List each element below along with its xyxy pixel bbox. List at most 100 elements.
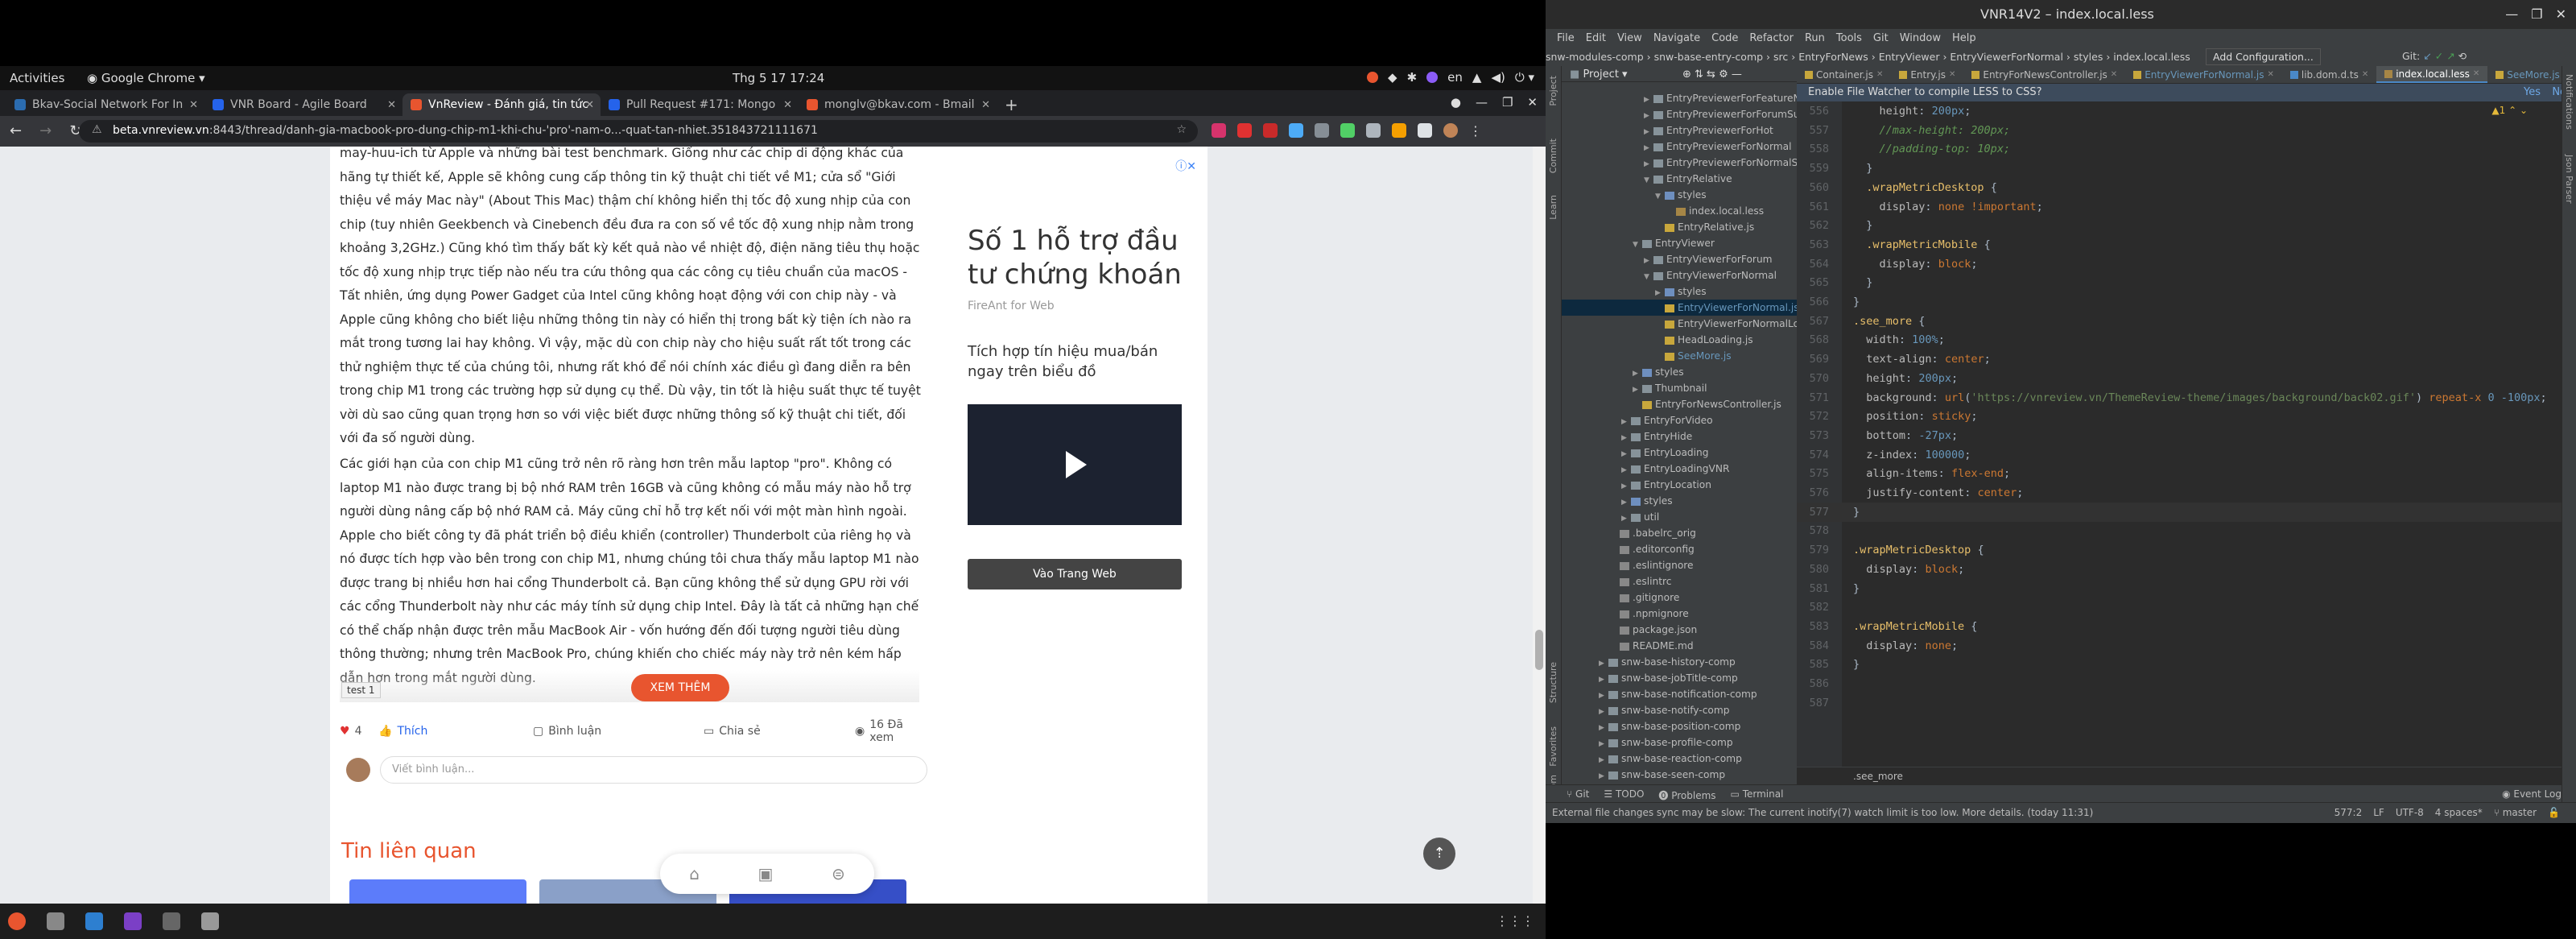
tree-folder[interactable]: ▶ snw-base-seen-comp [1562, 767, 1800, 783]
video-icon[interactable]: ▣ [758, 864, 774, 883]
tree-folder[interactable]: ▶ util [1562, 509, 1800, 525]
share-button[interactable]: ▭ Chia sẻ [704, 725, 761, 738]
code-line[interactable]: 571 background: url('https://vnreview.vn… [1797, 388, 2576, 407]
git-commit-icon[interactable]: ✓ [2435, 50, 2443, 62]
chevron-right-icon[interactable]: ▶ [1621, 430, 1631, 445]
code-line[interactable]: 563 .wrapMetricMobile { [1797, 235, 2576, 254]
code-line[interactable]: 579 .wrapMetricDesktop { [1797, 540, 2576, 560]
chevron-right-icon[interactable]: ▶ [1621, 478, 1631, 493]
chevron-right-icon[interactable]: ▶ [1621, 446, 1631, 461]
browser-tab-3-active[interactable]: VnReview - Đánh giá, tin tức ✕ [402, 93, 601, 116]
code-line[interactable]: 560 .wrapMetricDesktop { [1797, 178, 2576, 197]
menu-git[interactable]: Git [1873, 32, 1889, 44]
maximize-icon[interactable]: ❐ [2531, 6, 2542, 22]
close-tab-icon[interactable]: ✕ [387, 99, 396, 111]
code-line[interactable]: 556 height: 200px; [1797, 101, 2576, 121]
code-line[interactable]: 572 position: sticky; [1797, 407, 2576, 426]
tree-folder[interactable]: ▶ Thumbnail [1562, 380, 1800, 396]
bluetooth-icon[interactable]: ✱ [1407, 70, 1418, 85]
related-thumbnail[interactable] [349, 879, 526, 904]
vscode-dock-icon[interactable] [85, 912, 103, 930]
close-tab-icon[interactable]: ✕ [1876, 70, 1883, 79]
breadcrumb-path[interactable]: snw-modules-comp › snw-base-entry-comp ›… [1546, 51, 2190, 63]
code-line[interactable]: 557 //max-height: 200px; [1797, 121, 2576, 140]
git-push-icon[interactable]: ↗ [2446, 50, 2454, 62]
chevron-right-icon[interactable]: ▶ [1599, 704, 1608, 718]
extension-icon[interactable] [1366, 123, 1381, 138]
tree-folder[interactable]: ▶ EntryHide [1562, 428, 1800, 445]
tray-circle-icon[interactable] [1426, 72, 1439, 83]
tree-folder[interactable]: ▶ snw-base-jobTitle-comp [1562, 670, 1800, 686]
editor-tab[interactable]: lib.dom.d.ts ✕ [2282, 66, 2376, 83]
chevron-right-icon[interactable]: ▶ [1644, 124, 1653, 139]
tree-folder[interactable]: ▶ EntryViewerForForum [1562, 251, 1800, 267]
tree-folder[interactable]: ▼ EntryRelative [1562, 171, 1800, 187]
tree-folder[interactable]: ▶ snw-base-notification-comp [1562, 686, 1800, 702]
chevron-right-icon[interactable]: ▶ [1644, 92, 1653, 106]
menu-run[interactable]: Run [1805, 32, 1825, 44]
git-branch[interactable]: ⑂ master [2494, 807, 2537, 818]
tree-folder[interactable]: ▶ EntryLoadingVNR [1562, 461, 1800, 477]
problems-tool-button[interactable]: ⓿ Problems [1658, 788, 1715, 802]
app-menu[interactable]: ◉ Google Chrome ▾ [87, 71, 205, 85]
history-icon[interactable]: ⟲ [2458, 50, 2467, 62]
bookmark-star-icon[interactable]: ☆ [1176, 123, 1187, 136]
chevron-right-icon[interactable]: ▶ [1644, 108, 1653, 122]
chevron-right-icon[interactable]: ▶ [1644, 156, 1653, 171]
menu-view[interactable]: View [1617, 32, 1642, 44]
chevron-down-icon[interactable]: ▼ [1633, 237, 1642, 251]
chevron-right-icon[interactable]: ▶ [1621, 494, 1631, 509]
tree-folder[interactable]: ▶ styles [1562, 493, 1800, 509]
chevron-down-icon[interactable]: ▼ [1644, 269, 1653, 283]
chevron-right-icon[interactable]: ▶ [1599, 656, 1608, 670]
close-tab-icon[interactable]: ✕ [585, 99, 594, 111]
chrome-menu-icon[interactable]: ⋮ [1469, 123, 1482, 139]
extension-icon[interactable] [1315, 123, 1329, 138]
chevron-right-icon[interactable]: ▶ [1633, 366, 1642, 380]
chevron-right-icon[interactable]: ▶ [1633, 382, 1642, 396]
tree-file[interactable]: .editorconfig [1562, 541, 1800, 557]
code-line[interactable]: 578 [1797, 521, 2576, 540]
terminal-tool-button[interactable]: ▭ Terminal [1731, 788, 1784, 802]
tree-folder[interactable]: ▶ EntryLocation [1562, 477, 1800, 493]
chevron-right-icon[interactable]: ▶ [1599, 768, 1608, 783]
tree-file[interactable]: .eslintignore [1562, 557, 1800, 573]
structure-tool-button[interactable]: Structure [1548, 662, 1558, 703]
code-line[interactable]: 576 justify-content: center; [1797, 483, 2576, 503]
notifications-tool-button[interactable]: Notifications [2564, 74, 2574, 130]
chevron-down-icon[interactable]: ▼ [1655, 188, 1665, 203]
todo-tool-button[interactable]: ☰ TODO [1604, 788, 1644, 802]
power-icon[interactable]: ⏻ ▾ [1515, 70, 1534, 85]
chevron-right-icon[interactable]: ▶ [1621, 511, 1631, 525]
activities-button[interactable]: Activities [10, 71, 64, 85]
tree-file[interactable]: package.json [1562, 622, 1800, 638]
code-line[interactable]: 587 [1797, 693, 2576, 713]
extension-icon[interactable] [1340, 123, 1355, 138]
reaction-summary[interactable]: ♥ 4 [340, 725, 361, 738]
tree-folder[interactable]: ▶ EntryPreviewerForForumSummary [1562, 106, 1800, 122]
tab-search-icon[interactable]: ● [1451, 95, 1461, 110]
tree-file[interactable]: SeeMore.js [1562, 348, 1800, 364]
chevron-right-icon[interactable]: ▶ [1655, 285, 1665, 300]
editor-tab[interactable]: EntryViewerForNormal.js ✕ [2125, 66, 2282, 83]
close-icon[interactable]: ✕ [2556, 6, 2566, 22]
code-line[interactable]: 567 .see_more { [1797, 312, 2576, 331]
run-configuration-select[interactable]: Add Configuration... [2206, 48, 2321, 65]
extensions-puzzle-icon[interactable] [1418, 123, 1432, 138]
scroll-to-top-button[interactable]: ⇡ [1423, 838, 1455, 870]
git-update-icon[interactable]: ↙ [2423, 50, 2431, 62]
minimize-icon[interactable]: — [2505, 6, 2518, 22]
close-tab-icon[interactable]: ✕ [2473, 69, 2479, 78]
language-indicator[interactable]: en [1447, 70, 1463, 85]
close-tab-icon[interactable]: ✕ [2111, 70, 2117, 79]
menu-refactor[interactable]: Refactor [1749, 32, 1794, 44]
tree-file[interactable]: index.local.less [1562, 203, 1800, 219]
ad-cta-button[interactable]: Vào Trang Web [968, 559, 1182, 589]
code-line[interactable]: 566} [1797, 292, 2576, 312]
scrollbar-thumb[interactable] [1535, 630, 1543, 670]
tree-folder[interactable]: ▶ EntryPreviewerForNormalSmall [1562, 155, 1800, 171]
close-tab-icon[interactable]: ✕ [2362, 70, 2368, 79]
maximize-icon[interactable]: ❐ [1502, 95, 1513, 110]
status-message[interactable]: External file changes sync may be slow: … [1552, 807, 2093, 818]
file-encoding[interactable]: UTF-8 [2396, 807, 2424, 818]
